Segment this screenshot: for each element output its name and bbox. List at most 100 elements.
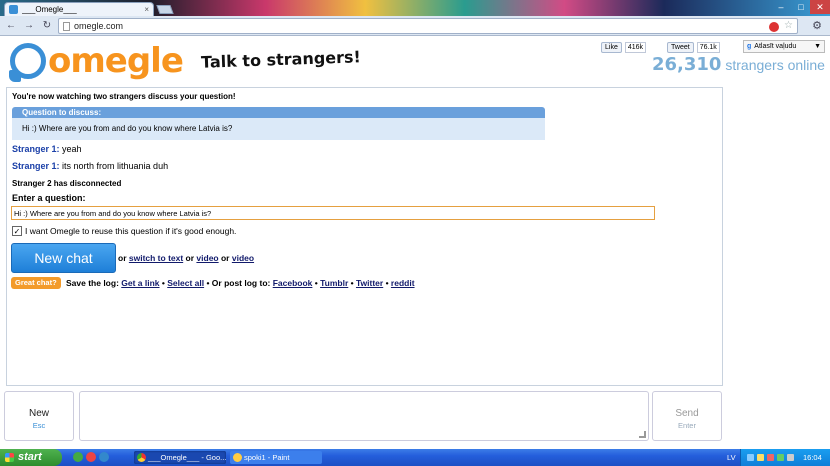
address-bar[interactable]: omegle.com ☆ (58, 18, 798, 34)
mode-switch-line: or switch to text or video or video (118, 253, 254, 263)
browser-tab[interactable]: ___Omegle___ × (4, 2, 154, 16)
bookmark-star-icon[interactable]: ☆ (784, 20, 793, 31)
reuse-question-option[interactable]: ✓ I want Omegle to reuse this question i… (12, 226, 236, 236)
question-header: Question to discuss: (12, 107, 545, 118)
new-button[interactable]: New Esc (4, 391, 74, 441)
new-button-hint: Esc (32, 421, 46, 430)
facebook-like-count: 416k (624, 41, 647, 53)
maximize-button[interactable]: □ (791, 0, 811, 14)
online-label: strangers online (725, 57, 825, 73)
wrench-menu-icon[interactable]: ⚙ (812, 19, 822, 32)
question-input[interactable] (11, 206, 655, 220)
chrome-icon (137, 453, 146, 462)
or-text: or (218, 253, 232, 263)
separator: • (348, 278, 356, 288)
message-sender: Stranger 1: (12, 144, 60, 154)
translate-label: Atlasīt vaļudu (754, 43, 797, 50)
or-text: or (118, 253, 129, 263)
taskbar: start ___Omegle___ - Goo... spoki1 - Pai… (0, 449, 830, 466)
paint-icon (233, 453, 242, 462)
omegle-logo-text: omegle (48, 41, 184, 81)
save-log-label: Save the log: (66, 278, 122, 288)
facebook-link[interactable]: Facebook (273, 278, 313, 288)
select-all-link[interactable]: Select all (167, 278, 204, 288)
google-icon: g (747, 43, 752, 50)
online-count: 26,310 (652, 54, 722, 75)
translate-widget[interactable]: g Atlasīt vaļudu ▼ (743, 40, 825, 53)
address-url: omegle.com (74, 21, 124, 31)
quicklaunch-icon[interactable] (73, 452, 83, 462)
tray-icon[interactable] (747, 454, 754, 461)
great-chat-badge[interactable]: Great chat? (11, 277, 61, 289)
back-button[interactable]: ← (4, 19, 18, 33)
new-button-label: New (28, 408, 49, 419)
question-box: Question to discuss: Hi :) Where are you… (12, 107, 545, 140)
message-textarea[interactable] (79, 391, 649, 441)
get-link-link[interactable]: Get a link (121, 278, 159, 288)
twitter-link[interactable]: Twitter (356, 278, 383, 288)
tumblr-link[interactable]: Tumblr (320, 278, 348, 288)
chat-message: Stranger 1: yeah (12, 144, 82, 154)
status-message: You're now watching two strangers discus… (12, 92, 236, 101)
volume-icon[interactable] (787, 454, 794, 461)
save-log-line: Save the log: Get a link • Select all • … (66, 278, 415, 288)
reddit-link[interactable]: reddit (391, 278, 415, 288)
dropdown-arrow-icon: ▼ (814, 43, 821, 50)
tweet-widget[interactable]: Tweet 76.1k (667, 41, 720, 53)
send-button-hint: Enter (678, 421, 696, 430)
enter-question-label: Enter a question: (12, 193, 86, 203)
reuse-label: I want Omegle to reuse this question if … (25, 226, 237, 236)
close-window-button[interactable]: ✕ (810, 0, 830, 14)
language-indicator[interactable]: LV (727, 449, 736, 466)
tweet-count: 76.1k (696, 41, 720, 53)
taskbar-item-chrome[interactable]: ___Omegle___ - Goo... (134, 451, 226, 464)
video-link-2[interactable]: video (232, 253, 254, 263)
facebook-like-button[interactable]: Like (601, 41, 622, 53)
reuse-checkbox[interactable]: ✓ (12, 226, 22, 236)
disconnect-notice: Stranger 2 has disconnected (12, 179, 122, 188)
separator: • (312, 278, 321, 288)
tray-icon[interactable] (757, 454, 764, 461)
site-header: omegle Talk to strangers! Like 416k Twee… (0, 37, 830, 85)
or-text: or (183, 253, 197, 263)
quicklaunch-icon[interactable] (86, 452, 96, 462)
new-chat-button[interactable]: New chat (11, 243, 116, 273)
browser-toolbar: ← → ↻ omegle.com ☆ ⚙ (0, 16, 830, 36)
message-sender: Stranger 1: (12, 161, 60, 171)
tweet-button[interactable]: Tweet (667, 41, 694, 53)
separator: • (383, 278, 391, 288)
minimize-button[interactable]: – (771, 0, 791, 14)
tab-title: ___Omegle___ (22, 5, 77, 14)
chat-message: Stranger 1: its north from lithuania duh (12, 161, 168, 171)
switch-to-text-link[interactable]: switch to text (129, 253, 183, 263)
browser-title-strip: ___Omegle___ × – □ ✕ (0, 0, 830, 16)
online-counter: 26,310 strangers online (652, 54, 825, 75)
question-text: Hi :) Where are you from and do you know… (12, 118, 545, 140)
taskbar-item-paint[interactable]: spoki1 - Paint (230, 451, 322, 464)
extension-icon[interactable] (769, 22, 779, 32)
page-icon (63, 21, 70, 31)
forward-button[interactable]: → (22, 19, 36, 33)
omegle-favicon-icon (9, 5, 18, 14)
omegle-logo-mark-icon (9, 43, 46, 82)
message-text: its north from lithuania duh (59, 161, 169, 171)
tray-icon[interactable] (767, 454, 774, 461)
quicklaunch-icon[interactable] (99, 452, 109, 462)
clock[interactable]: 16:04 (803, 449, 822, 466)
tray-icon[interactable] (777, 454, 784, 461)
system-tray: LV 16:04 (727, 449, 830, 466)
omegle-logo[interactable]: omegle (9, 41, 184, 82)
message-text: yeah (59, 144, 82, 154)
facebook-like-widget[interactable]: Like 416k (601, 41, 647, 53)
resize-grip-icon[interactable] (639, 431, 646, 438)
send-button[interactable]: Send Enter (652, 391, 722, 441)
tab-close-icon[interactable]: × (144, 5, 149, 14)
reload-button[interactable]: ↻ (40, 19, 54, 33)
start-button[interactable]: start (0, 449, 62, 466)
post-log-label: • Or post log to: (204, 278, 273, 288)
new-tab-button[interactable] (156, 5, 174, 14)
taskbar-item-label: ___Omegle___ - Goo... (148, 453, 226, 462)
tagline: Talk to strangers! (200, 47, 362, 72)
video-link[interactable]: video (196, 253, 218, 263)
send-button-label: Send (675, 408, 699, 419)
